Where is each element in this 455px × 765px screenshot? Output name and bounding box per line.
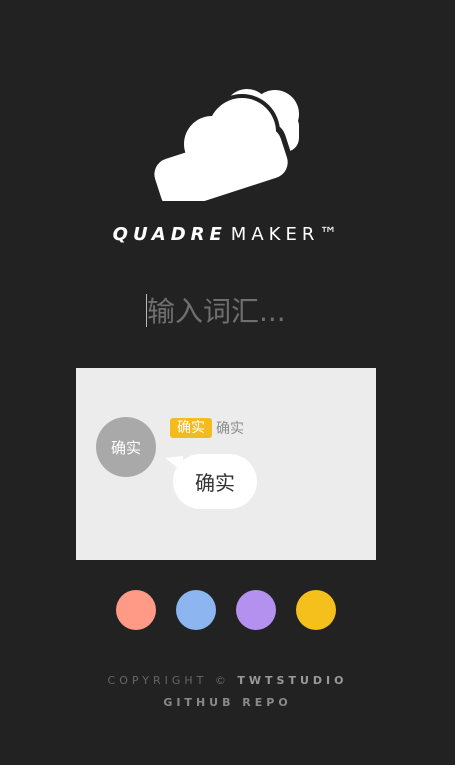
repo-line: GITHUB REPO (0, 696, 455, 709)
github-repo-link[interactable]: GITHUB REPO (163, 696, 291, 709)
color-swatch-salmon[interactable] (116, 590, 156, 630)
word-input[interactable] (147, 290, 377, 332)
nickname: 确实 (216, 420, 244, 437)
brand-title: QUADRE MAKER™ (0, 224, 455, 245)
message-meta: 确实 确实 (170, 417, 244, 438)
color-swatch-blue[interactable] (176, 590, 216, 630)
message-bubble: 确实 (173, 454, 257, 509)
title-badge: 确实 (170, 417, 212, 438)
brand-name-bold: QUADRE (112, 224, 227, 245)
logo (0, 0, 455, 260)
search-area (77, 290, 377, 334)
brand-name-light: MAKER™ (230, 224, 343, 245)
copyright-prefix: COPYRIGHT © (107, 674, 230, 687)
copyright-line: COPYRIGHT © TWTSTUDIO (0, 674, 455, 687)
preview-card: 确实 确实 确实 确实 (76, 368, 376, 560)
color-swatch-purple[interactable] (236, 590, 276, 630)
avatar: 确实 (96, 417, 156, 477)
cloud-icon (151, 89, 299, 201)
studio-name: TWTSTUDIO (237, 674, 348, 687)
color-swatch-yellow[interactable] (296, 590, 336, 630)
